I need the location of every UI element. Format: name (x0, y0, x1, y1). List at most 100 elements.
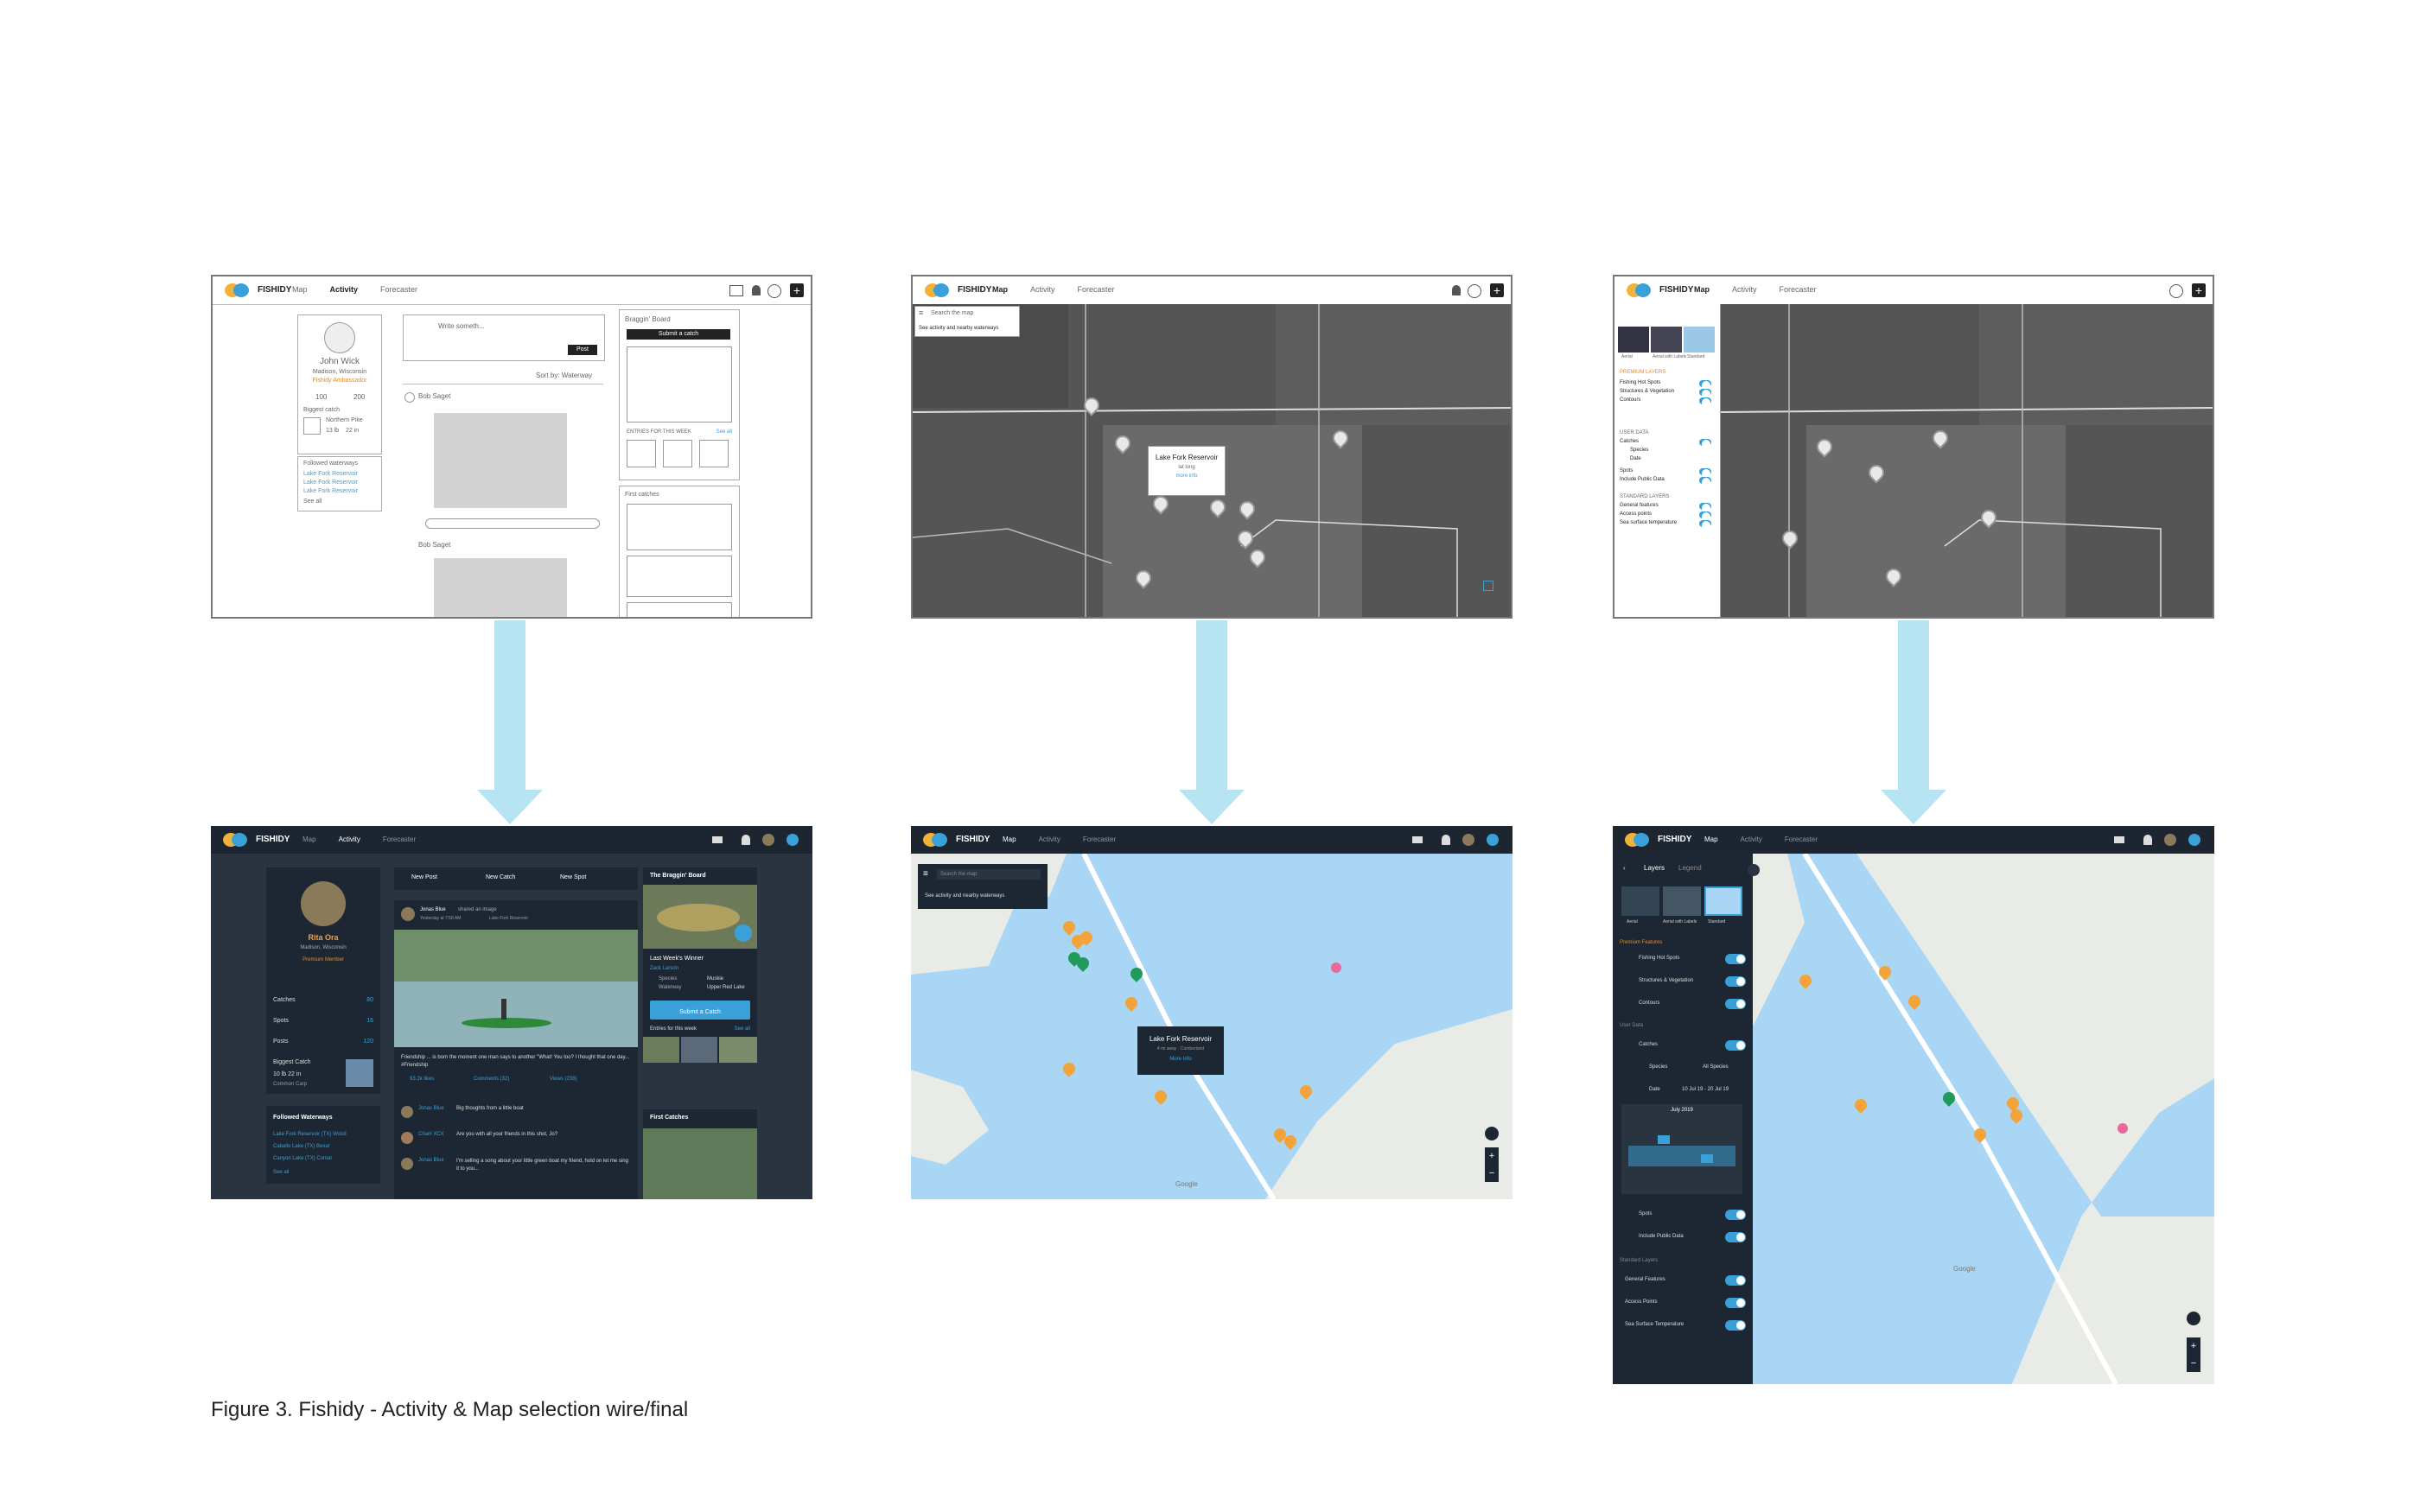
toggle-switch[interactable] (1699, 439, 1711, 448)
user-icon[interactable] (2169, 284, 2183, 298)
catch-thumb[interactable] (627, 602, 732, 617)
toggle-switch[interactable] (1725, 1040, 1746, 1051)
nav-forecaster[interactable]: Forecaster (1078, 285, 1115, 294)
nav-activity[interactable]: Activity (339, 835, 360, 843)
add-icon[interactable]: + (790, 283, 804, 297)
nav-forecaster[interactable]: Forecaster (383, 835, 416, 843)
map-search-box[interactable]: ≡ Search the map See activity and nearby… (914, 306, 1020, 337)
map-type-thumb[interactable] (1704, 886, 1742, 916)
submit-catch-button[interactable]: Submit a catch (627, 329, 730, 340)
toggle-switch[interactable] (1725, 1232, 1746, 1242)
toggle-switch[interactable] (1699, 468, 1711, 478)
toggle-switch[interactable] (1725, 976, 1746, 987)
toggle-switch[interactable] (1725, 999, 1746, 1009)
collapse-icon[interactable] (1748, 864, 1760, 876)
catch-thumb[interactable] (627, 556, 732, 597)
followed-item[interactable]: Lake Fork Reservoir (303, 471, 358, 477)
toggle-switch[interactable] (1699, 380, 1711, 390)
bell-icon[interactable] (1452, 285, 1461, 295)
nav-activity[interactable]: Activity (1030, 285, 1055, 294)
bell-icon[interactable] (1442, 835, 1450, 845)
nav-map[interactable]: Map (302, 835, 316, 843)
map-type-thumb[interactable] (1621, 886, 1659, 916)
nav-map[interactable]: Map (1694, 285, 1710, 294)
new-spot-button[interactable]: New Spot (560, 874, 586, 880)
nav-map[interactable]: Map (292, 285, 308, 294)
toggle-switch[interactable] (1725, 954, 1746, 964)
bell-icon[interactable] (742, 835, 750, 845)
species-select[interactable]: All Species (1703, 1064, 1729, 1070)
catch-photo[interactable] (643, 1128, 757, 1199)
toggle-switch[interactable] (1725, 1320, 1746, 1331)
post-likes[interactable]: 93.2k likes (410, 1077, 434, 1082)
date-select[interactable]: 10 Jul 19 - 20 Jul 19 (1682, 1087, 1729, 1092)
new-post-button[interactable]: New Post (411, 874, 437, 880)
sort-dropdown[interactable]: Sort by: Waterway (536, 372, 592, 379)
aerial-map[interactable] (1720, 304, 2213, 617)
see-all-entries[interactable]: See all (735, 1026, 750, 1032)
entry-thumb[interactable] (663, 440, 692, 467)
catch-thumb[interactable] (627, 504, 732, 550)
toggle-switch[interactable] (1725, 1298, 1746, 1308)
post-button[interactable]: Post (568, 345, 597, 355)
toggle-switch[interactable] (1699, 511, 1711, 521)
followed-item[interactable]: Lake Fork Reservoir (303, 480, 358, 486)
activity-select[interactable]: See activity and nearby waterways (925, 893, 1004, 899)
search-input[interactable]: Search the map (931, 310, 973, 316)
compose-input[interactable]: Write someth... (438, 322, 485, 330)
entry-thumb[interactable] (719, 1037, 757, 1063)
followed-item[interactable]: Canyon Lake (TX) Comal (273, 1156, 332, 1161)
toggle-switch[interactable] (1725, 1210, 1746, 1220)
add-icon[interactable] (1487, 834, 1499, 846)
add-icon[interactable]: + (2192, 283, 2206, 297)
nav-map[interactable]: Map (992, 285, 1008, 294)
entry-thumb[interactable] (643, 1037, 679, 1063)
zoom-in-button[interactable] (1483, 581, 1493, 591)
nav-forecaster[interactable]: Forecaster (1083, 835, 1116, 843)
avatar[interactable] (1462, 834, 1474, 846)
chat-icon[interactable] (729, 285, 743, 296)
entry-thumb[interactable] (681, 1037, 717, 1063)
mail-icon[interactable] (1412, 836, 1423, 843)
map-type-thumb[interactable] (1651, 327, 1682, 353)
bell-icon[interactable] (752, 285, 761, 295)
tab-layers[interactable]: Layers (1644, 864, 1665, 872)
nav-activity[interactable]: Activity (330, 285, 359, 294)
tab-legend[interactable]: Legend (1678, 864, 1702, 872)
entry-thumb[interactable] (627, 440, 656, 467)
nav-map[interactable]: Map (1003, 835, 1016, 843)
map-type-thumb[interactable] (1684, 327, 1715, 353)
locate-icon[interactable] (2187, 1312, 2200, 1325)
add-icon[interactable] (786, 834, 799, 846)
user-icon[interactable] (767, 284, 781, 298)
nav-activity[interactable]: Activity (1741, 835, 1762, 843)
mail-icon[interactable] (2114, 836, 2124, 843)
pink-spot-icon[interactable] (2118, 1123, 2128, 1134)
see-all-entries[interactable]: See all (716, 429, 732, 435)
back-icon[interactable]: ‹ (1623, 864, 1626, 872)
followed-item[interactable]: Caballo Lake (TX) Bexar (273, 1144, 330, 1149)
zoom-controls[interactable]: + − (1485, 1147, 1499, 1182)
see-all-link[interactable]: See all (303, 499, 322, 505)
pink-spot-icon[interactable] (1331, 962, 1341, 973)
user-icon[interactable] (1468, 284, 1481, 298)
add-icon[interactable] (2188, 834, 2200, 846)
toggle-switch[interactable] (1699, 389, 1711, 398)
bell-icon[interactable] (2143, 835, 2152, 845)
popup-link[interactable]: More Info (1137, 1057, 1224, 1062)
nav-activity[interactable]: Activity (1732, 285, 1757, 294)
nav-forecaster[interactable]: Forecaster (1785, 835, 1818, 843)
map-type-thumb[interactable] (1618, 327, 1649, 353)
search-input[interactable]: Search the map (937, 869, 1041, 880)
map-search-box[interactable]: ≡ Search the map See activity and nearby… (918, 864, 1048, 909)
post-comments[interactable]: Comments (32) (474, 1077, 509, 1082)
toggle-switch[interactable] (1699, 477, 1711, 486)
followed-item[interactable]: Lake Fork Reservoir (303, 488, 358, 494)
toggle-switch[interactable] (1699, 503, 1711, 512)
activity-select[interactable]: See activity and nearby waterways (919, 326, 998, 331)
calendar-grid[interactable] (1628, 1118, 1735, 1191)
nav-activity[interactable]: Activity (1039, 835, 1060, 843)
locate-icon[interactable] (1485, 1127, 1499, 1140)
toggle-switch[interactable] (1699, 397, 1711, 407)
nav-map[interactable]: Map (1704, 835, 1718, 843)
